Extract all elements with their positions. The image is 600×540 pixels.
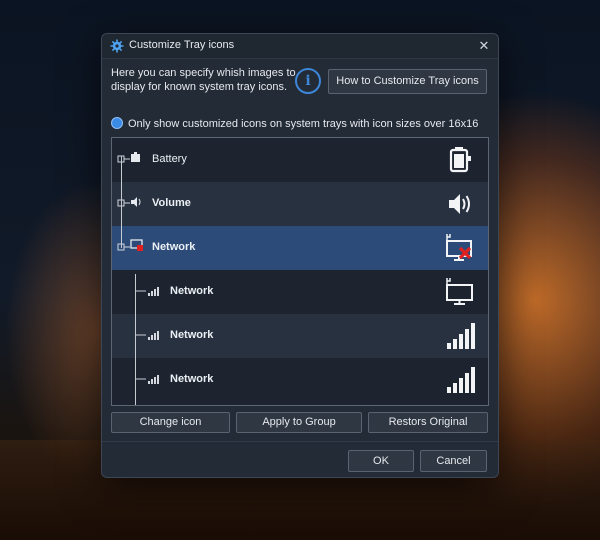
tree-connector-icon <box>136 287 159 296</box>
gear-app-icon <box>110 39 124 53</box>
tree-line <box>135 274 136 405</box>
how-to-customize-button[interactable]: How to Customize Tray icons <box>328 69 487 94</box>
list-item-network-child[interactable]: Network <box>112 314 488 358</box>
restore-original-button[interactable]: Restors Original <box>368 412 488 433</box>
apply-to-group-button[interactable]: Apply to Group <box>236 412 362 433</box>
speaker-small-icon <box>131 197 141 207</box>
item-label: Network <box>152 241 196 253</box>
tree-connector-icon <box>136 331 159 340</box>
list-item-network-child[interactable]: Network <box>112 270 488 314</box>
network-monitor-icon <box>446 278 473 305</box>
list-item-volume[interactable]: Volume <box>112 182 488 226</box>
change-icon-button[interactable]: Change icon <box>111 412 230 433</box>
size-filter-option[interactable]: Only show customized icons on system tra… <box>111 117 478 130</box>
list-item-battery[interactable]: Battery <box>112 138 488 182</box>
item-label: Volume <box>152 197 191 209</box>
tree-connector-icon <box>136 375 159 384</box>
item-label: Battery <box>152 153 187 165</box>
cancel-button[interactable]: Cancel <box>420 450 487 472</box>
tree-line <box>121 156 122 248</box>
dialog-title: Customize Tray icons <box>129 39 235 51</box>
item-label: Network <box>170 285 214 297</box>
ok-button[interactable]: OK <box>348 450 414 472</box>
title-bar: Customize Tray icons ✕ <box>102 34 498 59</box>
item-label: Network <box>170 373 214 385</box>
customize-tray-dialog: Customize Tray icons ✕ Here you can spec… <box>101 33 499 478</box>
item-label: Network <box>170 329 214 341</box>
tray-icon-list[interactable]: Battery Volume Network Network Network N… <box>111 137 489 406</box>
radio-label: Only show customized icons on system tra… <box>128 118 479 130</box>
info-icon[interactable]: i <box>295 68 321 94</box>
network-disconnected-icon <box>446 234 472 261</box>
battery-small-icon <box>131 152 140 162</box>
volume-icon <box>449 194 470 214</box>
network-small-icon <box>130 239 143 251</box>
list-item-network-selected[interactable]: Network <box>112 226 488 270</box>
description-text: Here you can specify whish images to dis… <box>111 67 296 93</box>
radio-selected-icon[interactable] <box>111 117 123 129</box>
signal-bars-icon <box>447 323 475 349</box>
close-button[interactable]: ✕ <box>474 36 494 56</box>
battery-icon <box>449 147 471 173</box>
list-item-network-child[interactable]: Network <box>112 358 488 402</box>
divider <box>102 441 498 442</box>
signal-bars-icon <box>447 367 475 393</box>
